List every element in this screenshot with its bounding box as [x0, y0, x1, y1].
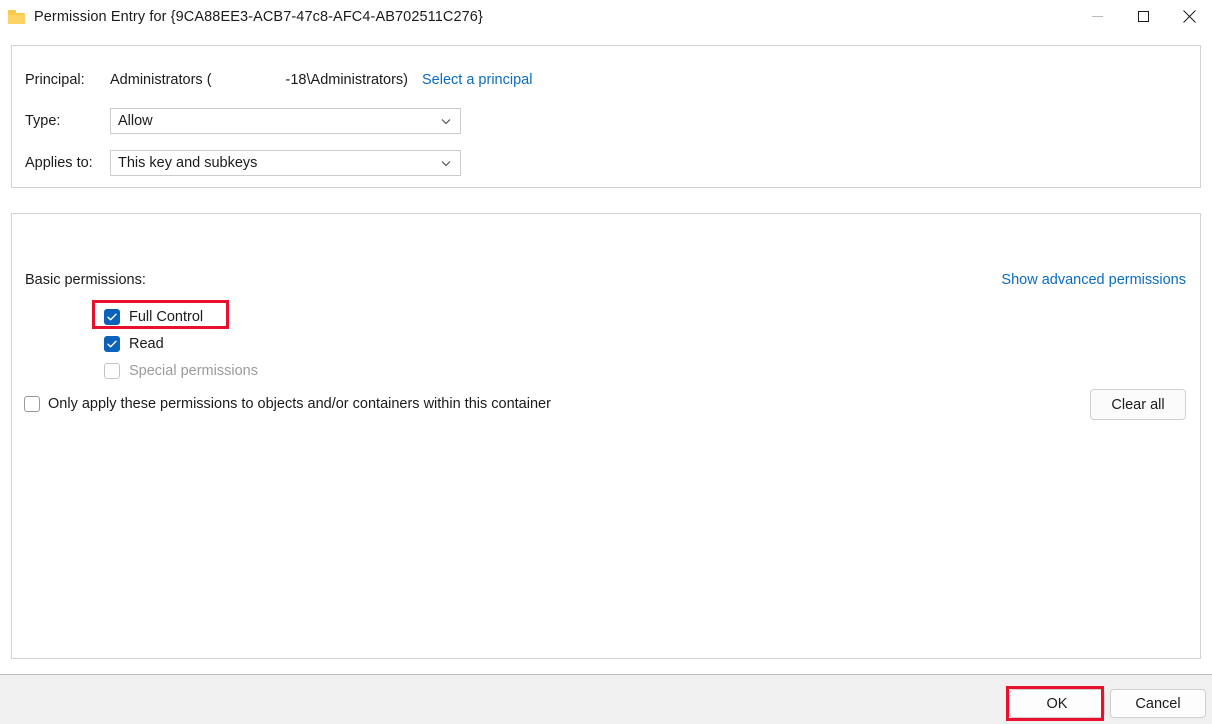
checkbox-read[interactable] [104, 335, 120, 352]
chevron-down-icon [441, 119, 451, 125]
only-apply-row[interactable]: Only apply these permissions to objects … [24, 396, 551, 412]
principal-panel: Principal: Administrators ( -18\Administ… [11, 45, 1201, 188]
window-controls [1074, 0, 1212, 33]
basic-permissions-label: Basic permissions: [25, 272, 146, 288]
close-icon[interactable] [1166, 0, 1212, 33]
clear-all-button[interactable]: Clear all [1090, 389, 1186, 420]
maximize-icon[interactable] [1120, 0, 1166, 33]
permission-label: Special permissions [129, 362, 258, 379]
permission-item-full-control[interactable]: Full Control [104, 303, 258, 330]
type-dropdown[interactable]: Allow [110, 108, 461, 134]
permission-label: Read [129, 335, 164, 352]
folder-icon [8, 10, 25, 24]
ok-button[interactable]: OK [1009, 689, 1105, 718]
dialog-body: Principal: Administrators ( -18\Administ… [0, 33, 1212, 674]
permissions-panel: Basic permissions: Show advanced permiss… [11, 213, 1201, 659]
type-dropdown-value: Allow [118, 113, 153, 129]
title-bar: Permission Entry for {9CA88EE3-ACB7-47c8… [0, 0, 1212, 33]
show-advanced-permissions-link[interactable]: Show advanced permissions [1001, 272, 1186, 288]
principal-row: Principal: Administrators ( -18\Administ… [25, 72, 532, 88]
only-apply-label: Only apply these permissions to objects … [48, 396, 551, 412]
checkbox-special-permissions [104, 362, 120, 379]
chevron-down-icon [441, 161, 451, 167]
minimize-icon[interactable] [1074, 0, 1120, 33]
checkbox-full-control[interactable] [104, 308, 120, 325]
principal-value-suffix: -18\Administrators) [285, 72, 409, 88]
applies-to-dropdown-value: This key and subkeys [118, 155, 258, 171]
window-title: Permission Entry for {9CA88EE3-ACB7-47c8… [34, 8, 483, 25]
type-label: Type: [25, 113, 61, 129]
permission-item-special-permissions: Special permissions [104, 357, 258, 384]
applies-to-dropdown[interactable]: This key and subkeys [110, 150, 461, 176]
checkbox-only-apply-to-this-container[interactable] [24, 396, 40, 412]
applies-to-label: Applies to: [25, 155, 93, 171]
principal-value-prefix: Administrators ( [110, 72, 212, 88]
type-row: Type: Allow [25, 108, 461, 134]
permission-item-read[interactable]: Read [104, 330, 258, 357]
permissions-list: Full Control Read Special permissions [104, 303, 258, 384]
title-bar-left: Permission Entry for {9CA88EE3-ACB7-47c8… [0, 0, 1074, 33]
permission-label: Full Control [129, 308, 204, 325]
dialog-footer: OK Cancel [0, 674, 1212, 724]
check-icon [107, 313, 117, 321]
cancel-button[interactable]: Cancel [1110, 689, 1206, 718]
check-icon [107, 340, 117, 348]
principal-label: Principal: [25, 72, 85, 88]
applies-to-row: Applies to: This key and subkeys [25, 150, 461, 176]
select-a-principal-link[interactable]: Select a principal [422, 72, 532, 88]
